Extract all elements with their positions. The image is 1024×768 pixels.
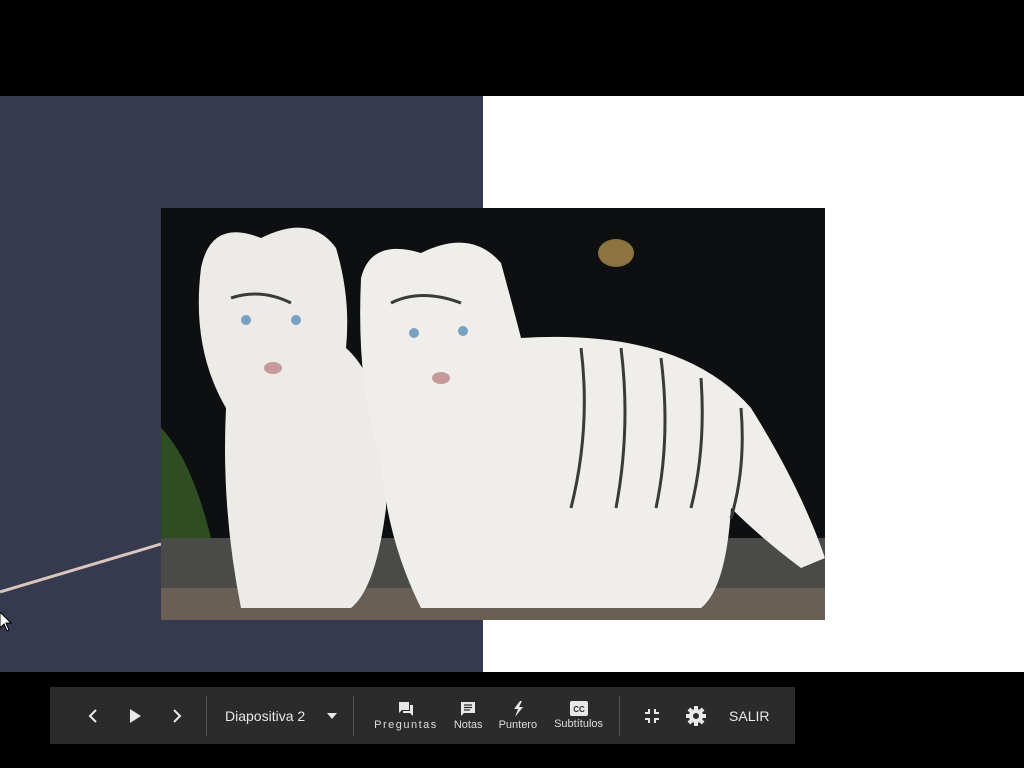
- exit-button[interactable]: SALIR: [729, 708, 769, 724]
- gear-icon: [686, 705, 707, 726]
- exit-label: SALIR: [729, 707, 770, 724]
- questions-button[interactable]: Preguntas: [374, 701, 438, 731]
- slide-selector-label: Diapositiva 2: [225, 707, 306, 724]
- dropdown-arrow-icon: [327, 712, 338, 719]
- presentation-toolbar: Diapositiva 2 Preguntas Notas Puntero CC…: [50, 687, 795, 744]
- presentation-slide: [0, 96, 1024, 672]
- closed-captions-icon: CC: [569, 701, 588, 716]
- chevron-right-icon: [173, 708, 182, 723]
- mouse-cursor-icon: [0, 612, 12, 632]
- divider: [206, 695, 207, 736]
- captions-label: Subtítulos: [554, 718, 604, 730]
- exit-fullscreen-button[interactable]: [644, 708, 660, 724]
- pointer-button[interactable]: Puntero: [498, 700, 538, 731]
- notes-button[interactable]: Notas: [454, 701, 483, 731]
- white-tigers-image: [161, 208, 825, 620]
- divider: [353, 695, 355, 736]
- slide-selector-dropdown[interactable]: Diapositiva 2: [225, 707, 338, 724]
- notes-label: Notas: [453, 718, 483, 731]
- questions-label: Preguntas: [374, 718, 438, 731]
- previous-slide-button[interactable]: [84, 708, 102, 723]
- questions-icon: [398, 701, 413, 716]
- next-slide-button[interactable]: [168, 708, 186, 723]
- svg-text:CC: CC: [573, 705, 585, 714]
- divider: [619, 695, 621, 736]
- exit-fullscreen-icon: [645, 708, 660, 723]
- laser-pointer-icon: [513, 700, 523, 717]
- play-button[interactable]: [126, 708, 144, 723]
- pointer-label: Puntero: [498, 718, 538, 731]
- chevron-left-icon: [88, 708, 97, 723]
- settings-button[interactable]: [686, 705, 707, 726]
- notes-icon: [461, 701, 476, 716]
- captions-button[interactable]: CC Subtítulos: [554, 701, 603, 730]
- play-icon: [130, 708, 141, 723]
